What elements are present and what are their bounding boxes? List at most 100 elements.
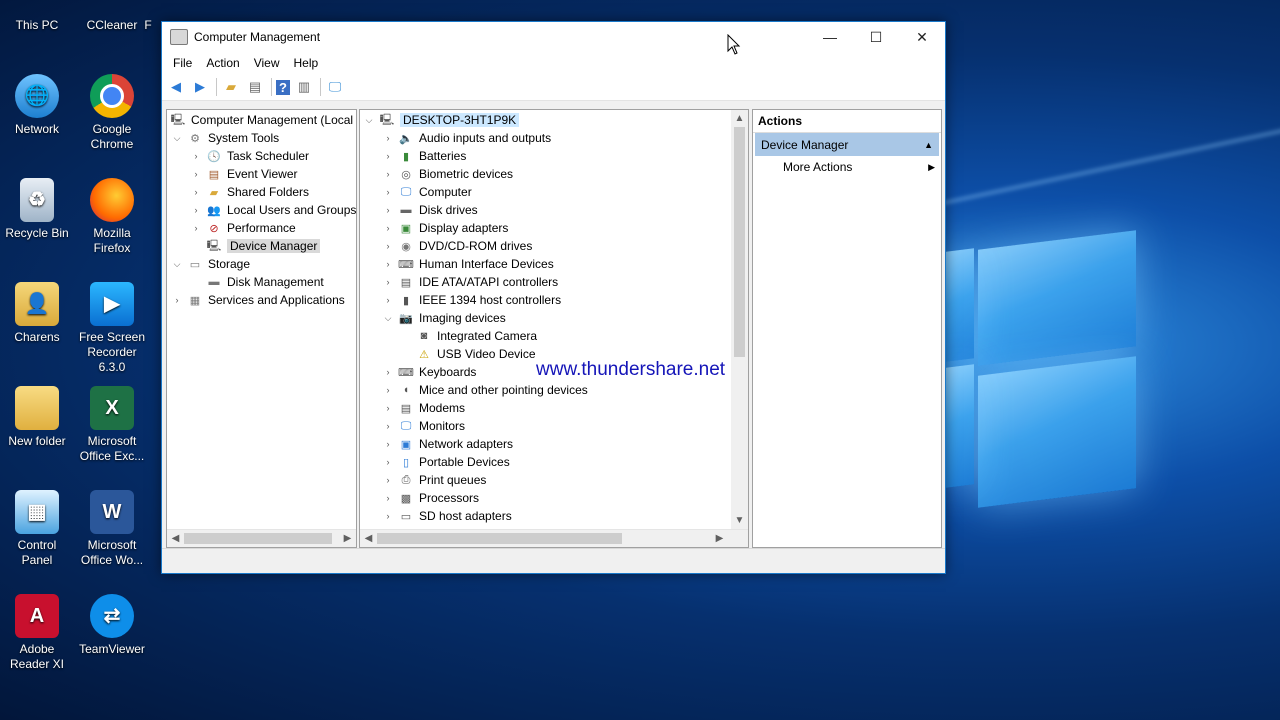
chevron-right-icon[interactable]: › <box>190 223 202 233</box>
scrollbar-thumb[interactable] <box>184 533 332 544</box>
chevron-right-icon[interactable]: › <box>382 511 394 521</box>
chevron-right-icon[interactable]: › <box>190 205 202 215</box>
device-tree-item[interactable]: › ▣ Network adapters <box>382 435 514 453</box>
device-tree-item[interactable]: › ▣ Display adapters <box>382 219 509 237</box>
menu-view[interactable]: View <box>247 56 287 70</box>
device-tree-item[interactable]: › ▮ IEEE 1394 host controllers <box>382 291 562 309</box>
horizontal-scrollbar[interactable]: ◀ ▶ <box>167 529 356 547</box>
tree-item-local-users[interactable]: › 👥 Local Users and Groups <box>190 201 357 219</box>
device-tree-item[interactable]: › ◎ Biometric devices <box>382 165 514 183</box>
chevron-right-icon[interactable]: › <box>382 241 394 251</box>
chevron-right-icon[interactable]: › <box>171 295 183 305</box>
chevron-down-icon[interactable]: ⌵ <box>363 115 375 126</box>
minimize-button[interactable]: — <box>807 22 853 52</box>
device-tree-item[interactable]: › ▬ Disk drives <box>382 201 478 219</box>
device-tree-item[interactable]: › 🔈 Audio inputs and outputs <box>382 129 552 147</box>
chevron-right-icon[interactable]: › <box>190 169 202 179</box>
more-actions-item[interactable]: More Actions ▶ <box>783 158 935 176</box>
device-tree-item[interactable]: ⌵ 📷 Imaging devices <box>382 309 506 327</box>
desktop-icon-free-screen-recorder[interactable]: ▶ Free Screen Recorder 6.3.0 <box>76 282 148 375</box>
chevron-right-icon[interactable]: › <box>382 439 394 449</box>
desktop-icon-excel[interactable]: X Microsoft Office Exc... <box>76 386 148 464</box>
scroll-right-icon[interactable]: ▶ <box>339 530 356 547</box>
scrollbar-thumb[interactable] <box>377 533 622 544</box>
chevron-right-icon[interactable]: › <box>382 259 394 269</box>
device-tree-item[interactable]: › 🖵 Monitors <box>382 417 466 435</box>
horizontal-scrollbar[interactable]: ◀ ▶ <box>360 529 748 547</box>
desktop-icon-control-panel[interactable]: ▦ Control Panel <box>1 490 73 568</box>
chevron-right-icon[interactable]: › <box>382 223 394 233</box>
scroll-left-icon[interactable]: ◀ <box>360 530 377 547</box>
tree-item-disk-management[interactable]: ▬ Disk Management <box>190 273 324 291</box>
vertical-scrollbar[interactable]: ▲ ▼ <box>731 110 748 529</box>
tree-item-root[interactable]: 🖳 Computer Management (Local <box>170 111 353 129</box>
collapse-icon[interactable]: ▲ <box>924 140 933 150</box>
back-icon[interactable]: ◀ <box>166 78 186 96</box>
tree-item-event-viewer[interactable]: › ▤ Event Viewer <box>190 165 298 183</box>
chevron-right-icon[interactable]: › <box>382 277 394 287</box>
device-tree-item[interactable]: › ▮ Batteries <box>382 147 467 165</box>
device-tree-root[interactable]: ⌵ 🖳 DESKTOP-3HT1P9K <box>363 111 520 129</box>
device-tree-item[interactable]: › ⎙ Print queues <box>382 471 487 489</box>
tree-item-system-tools[interactable]: ⌵ ⚙ System Tools <box>171 129 280 147</box>
scroll-down-icon[interactable]: ▼ <box>731 512 748 529</box>
chevron-right-icon[interactable]: › <box>382 133 394 143</box>
device-tree-item[interactable]: › ▭ SD host adapters <box>382 507 512 525</box>
tree-item-shared-folders[interactable]: › ▰ Shared Folders <box>190 183 310 201</box>
computer-management-window[interactable]: Computer Management — ☐ ✕ File Action Vi… <box>161 21 946 574</box>
desktop-icon-word[interactable]: W Microsoft Office Wo... <box>76 490 148 568</box>
scroll-up-icon[interactable]: ▲ <box>731 110 748 127</box>
monitor-icon[interactable]: 🖵 <box>325 78 345 96</box>
up-folder-icon[interactable]: ▰ <box>221 78 241 96</box>
scroll-right-icon[interactable]: ▶ <box>711 530 728 547</box>
title-bar[interactable]: Computer Management — ☐ ✕ <box>162 22 945 52</box>
device-tree-item[interactable]: › ⌨ Human Interface Devices <box>382 255 554 273</box>
device-tree-pane[interactable]: ⌵ 🖳 DESKTOP-3HT1P9K › 🔈 Audio inputs and o… <box>359 109 749 548</box>
forward-icon[interactable]: ▶ <box>190 78 210 96</box>
chevron-right-icon[interactable]: › <box>190 187 202 197</box>
desktop-icon-network[interactable]: 🌐 Network <box>1 74 73 137</box>
device-tree-item[interactable]: › 🖵 Computer <box>382 183 472 201</box>
tree-item-device-manager[interactable]: 🖳 Device Manager <box>190 237 321 255</box>
chevron-right-icon[interactable]: › <box>382 457 394 467</box>
menu-help[interactable]: Help <box>287 56 326 70</box>
device-tree-item[interactable]: › ⌨ Keyboards <box>382 363 477 381</box>
chevron-down-icon[interactable]: ⌵ <box>382 313 394 324</box>
tree-item-services[interactable]: › ▦ Services and Applications <box>171 291 345 309</box>
chevron-down-icon[interactable]: ⌵ <box>171 133 183 144</box>
help-icon[interactable]: ? <box>276 79 290 95</box>
device-tree-item[interactable]: › ▯ Portable Devices <box>382 453 510 471</box>
properties-icon[interactable]: ▥ <box>294 78 314 96</box>
tree-item-storage[interactable]: ⌵ ▭ Storage <box>171 255 250 273</box>
chevron-right-icon[interactable]: › <box>382 295 394 305</box>
chevron-right-icon[interactable]: › <box>382 385 394 395</box>
desktop-icon-new-folder[interactable]: New folder <box>1 386 73 449</box>
menu-action[interactable]: Action <box>199 56 246 70</box>
chevron-right-icon[interactable]: › <box>382 205 394 215</box>
desktop-icon-chrome[interactable]: Google Chrome <box>76 74 148 152</box>
chevron-right-icon[interactable]: › <box>382 403 394 413</box>
scroll-left-icon[interactable]: ◀ <box>167 530 184 547</box>
device-tree-item[interactable]: › ▤ IDE ATA/ATAPI controllers <box>382 273 559 291</box>
chevron-right-icon[interactable]: › <box>382 421 394 431</box>
desktop-icon-recycle-bin[interactable]: ♻ Recycle Bin <box>1 178 73 241</box>
close-button[interactable]: ✕ <box>899 22 945 52</box>
maximize-button[interactable]: ☐ <box>853 22 899 52</box>
chevron-right-icon[interactable]: › <box>382 493 394 503</box>
device-tree-item[interactable]: ⚠ USB Video Device <box>400 345 535 363</box>
show-hide-tree-icon[interactable]: ▤ <box>245 78 265 96</box>
scrollbar-thumb[interactable] <box>734 127 745 357</box>
desktop-icon-adobe-reader[interactable]: A Adobe Reader XI <box>1 594 73 672</box>
desktop-icon-this-pc[interactable]: This PC <box>1 0 73 33</box>
chevron-right-icon[interactable]: › <box>382 475 394 485</box>
desktop-icon-charens[interactable]: 👤 Charens <box>1 282 73 345</box>
actions-pane[interactable]: Actions Device Manager ▲ More Actions ▶ <box>752 109 942 548</box>
device-tree-item[interactable]: › ▤ Modems <box>382 399 466 417</box>
chevron-right-icon[interactable]: › <box>382 367 394 377</box>
chevron-right-icon[interactable]: › <box>190 151 202 161</box>
actions-section-device-manager[interactable]: Device Manager ▲ <box>755 133 939 156</box>
chevron-right-icon[interactable]: › <box>382 187 394 197</box>
console-tree-pane[interactable]: 🖳 Computer Management (Local ⌵ ⚙ System … <box>166 109 357 548</box>
device-tree-item[interactable]: › ◖ Mice and other pointing devices <box>382 381 588 399</box>
desktop-icon-teamviewer[interactable]: ⇄ TeamViewer <box>76 594 148 657</box>
